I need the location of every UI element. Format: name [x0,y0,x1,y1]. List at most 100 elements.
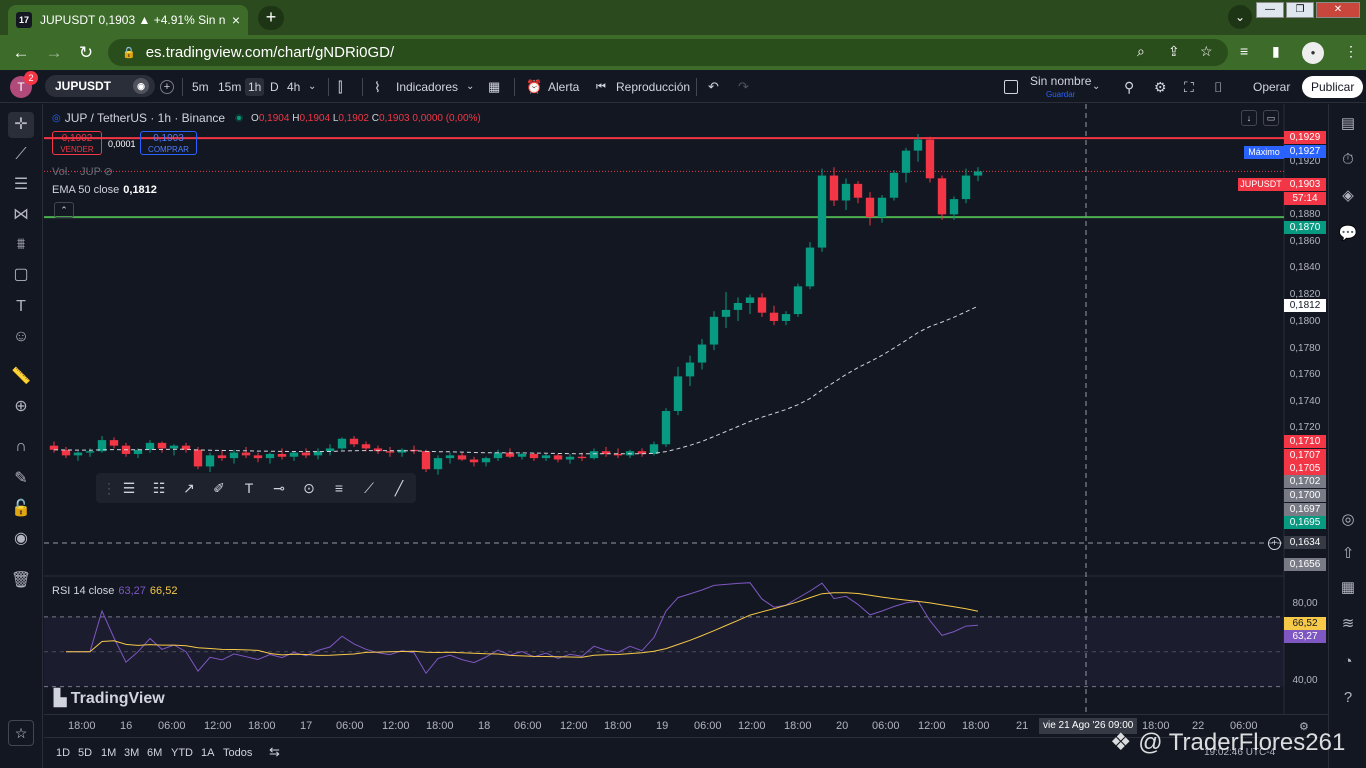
hlines-icon[interactable]: ≡ [326,476,352,500]
forecast-icon[interactable]: ⩩ [8,232,34,258]
zoom-in-icon[interactable]: ⊕ [8,394,34,420]
maximize-button[interactable]: ❐ [1286,2,1314,18]
rsi-legend[interactable]: RSI 14 close 63,27 66,52 [52,585,177,597]
range-3m[interactable]: 3M [124,747,139,759]
help-icon[interactable]: ? [1336,686,1360,710]
maximize-pane-icon[interactable]: ▭ [1263,110,1279,126]
hline-icon[interactable]: ⊸ [266,476,292,500]
pattern-icon[interactable]: ⋈ [8,202,34,228]
range-1m[interactable]: 1M [101,747,116,759]
symbol-search[interactable]: JUPUSDT ◉ [45,75,155,97]
sell-button[interactable]: 0,1902 VENDER [52,131,102,155]
side-panel-icon[interactable]: ▮ [1272,43,1280,60]
trendline-icon[interactable]: ⟋ [8,142,34,168]
close-window-button[interactable]: ✕ [1316,2,1360,18]
timeframe-4h[interactable]: 4h [287,78,300,96]
candle-type-icon[interactable]: ⫿ [338,78,342,96]
feed-icon[interactable]: ≋ [1336,612,1360,636]
indicators-dropdown-icon[interactable]: ⌄ [466,78,474,96]
timeframe-5m[interactable]: 5m [192,78,209,96]
compare-add-icon[interactable]: + [160,80,174,94]
alert-button[interactable]: Alerta [548,78,579,96]
url-field[interactable]: 🔒 es.tradingview.com/chart/gNDRi0GD/ [108,39,1228,66]
crosshair-icon[interactable]: ✛ [8,112,34,138]
range-5d[interactable]: 5D [78,747,92,759]
new-tab-button[interactable]: + [258,6,284,30]
add-alert-plus-icon[interactable]: + [1268,537,1281,550]
line-tool-icon[interactable]: ╱ [386,476,412,500]
notifications-icon[interactable]: ◔ [1336,650,1360,674]
brush-tool-icon[interactable]: ✐ [206,476,232,500]
magnet-icon[interactable]: ∩ [8,434,34,460]
profile-avatar[interactable]: ● [1302,42,1324,64]
quick-search-icon[interactable]: ⚲ [1124,78,1134,96]
drag-handle-icon[interactable]: ⋮ [102,476,116,500]
text-tool-icon[interactable]: T [8,294,34,320]
chart-pane[interactable]: ◎ JUP / TetherUS · 1h · Binance O0,1904 … [44,104,1328,714]
range-6m[interactable]: 6M [147,747,162,759]
replay-button[interactable]: Reproducción [616,78,690,96]
lock-pencil-icon[interactable]: ✎ [8,466,34,492]
bookmark-star-icon[interactable]: ☆ [1200,43,1213,60]
ruler-icon[interactable]: 📏 [8,364,34,390]
back-icon[interactable]: ← [10,42,32,64]
shapes-icon[interactable]: ▢ [8,262,34,288]
target-icon[interactable]: ◎ [1336,508,1360,532]
snapshot-camera-icon[interactable]: ⌷ [1214,78,1222,96]
fullscreen-icon[interactable]: ⛶ [1184,78,1194,96]
buy-button[interactable]: 0,1903 COMPRAR [140,131,197,155]
user-avatar[interactable]: T 2 [10,71,38,98]
tab-search-chevron-icon[interactable]: ⌄ [1228,5,1252,29]
eye-icon[interactable]: ◉ [133,78,149,94]
range-all[interactable]: Todos [223,747,252,759]
close-tab-icon[interactable]: × [232,12,240,28]
settings-gear-icon[interactable]: ⚙ [1154,78,1167,96]
timeframe-dropdown-icon[interactable]: ⌄ [308,78,316,96]
undo-icon[interactable]: ↶ [708,78,719,96]
lock-drawings-icon[interactable]: 🔓 [8,496,34,522]
circle-tool-icon[interactable]: ⊙ [296,476,322,500]
media-queue-icon[interactable]: ≡ [1240,43,1248,59]
timeframe-1h[interactable]: 1h [245,78,265,96]
forward-icon[interactable]: → [43,42,65,64]
volume-legend[interactable]: Vol. · JUP ⊘ [52,165,113,178]
ray-tool-icon[interactable]: ⟋ [356,476,382,500]
fib-retracement-icon[interactable]: ☰ [8,172,34,198]
calendar-icon[interactable]: ▦ [1336,576,1360,600]
range-ytd[interactable]: YTD [171,747,193,759]
range-1a[interactable]: 1A [201,747,214,759]
publish-button[interactable]: Publicar [1302,76,1364,98]
browser-menu-icon[interactable]: ⋮ [1344,43,1358,60]
share-icon[interactable]: ⇪ [1168,43,1180,60]
visibility-eye-icon[interactable]: ◉ [8,526,34,552]
fib-tool-icon[interactable]: ☰ [116,476,142,500]
watchlist-icon[interactable]: ▤ [1336,112,1360,136]
redo-icon[interactable]: ↷ [738,78,749,96]
ema-legend[interactable]: EMA 50 close 0,1812 [52,184,157,196]
collapse-legend-icon[interactable]: ⌃ [54,202,74,218]
favorites-star-icon[interactable]: ☆ [8,720,34,746]
price-chart-svg[interactable] [44,104,1328,714]
timeframe-d[interactable]: D [270,78,279,96]
layers-icon[interactable]: ◈ [1336,184,1360,208]
layout-name[interactable]: Sin nombre Guardar [1030,75,1091,100]
text-icon[interactable]: T [236,476,262,500]
fib-channel-icon[interactable]: ☷ [146,476,172,500]
goto-date-icon[interactable]: ⇆ [269,744,280,760]
scroll-down-icon[interactable]: ↓ [1241,110,1257,126]
layout-checkbox-icon[interactable] [1004,80,1018,94]
indicators-button[interactable]: Indicadores [396,78,458,96]
trade-button[interactable]: Operar [1244,76,1300,98]
emoji-icon[interactable]: ☺ [8,324,34,350]
alerts-clock-icon[interactable]: ⏱ [1336,148,1360,172]
reload-icon[interactable]: ↻ [75,42,97,64]
chat-icon[interactable]: 💬 [1336,222,1360,246]
browser-tab[interactable]: 17 JUPUSDT 0,1903 ▲ +4.91% Sin n × [8,5,248,35]
timeframe-15m[interactable]: 15m [218,78,241,96]
trash-icon[interactable]: 🗑 [8,568,34,594]
layout-grid-icon[interactable]: ▦ [488,78,500,96]
zoom-icon[interactable]: ⌕ [1137,43,1145,60]
minimize-button[interactable]: — [1256,2,1284,18]
layout-dropdown-icon[interactable]: ⌄ [1092,78,1100,96]
ideas-icon[interactable]: ⇧ [1336,542,1360,566]
